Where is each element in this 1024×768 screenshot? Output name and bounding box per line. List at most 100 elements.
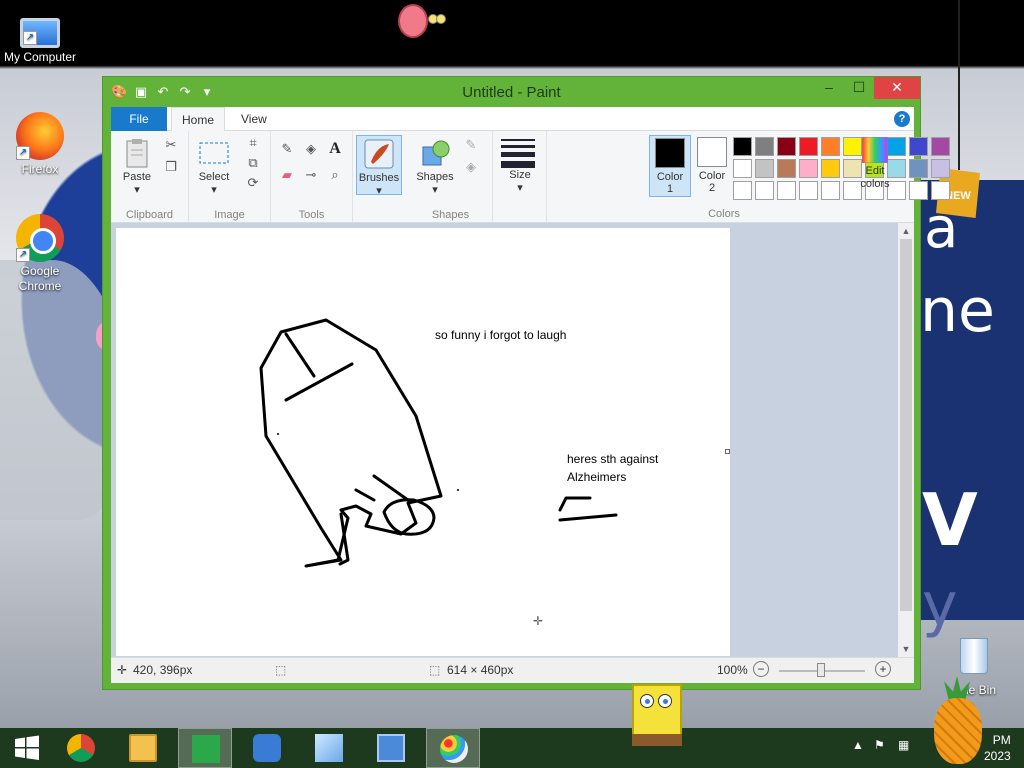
color2-selector[interactable]: Color 2 <box>691 135 733 197</box>
brushes-button[interactable]: Brushes ▾ <box>356 135 402 197</box>
color-picker-icon[interactable]: ⊸ <box>303 167 319 183</box>
palette-swatch[interactable] <box>909 137 928 156</box>
magnifier-icon[interactable]: ⌕ <box>327 167 343 183</box>
edit-colors-button[interactable]: Edit colors <box>853 136 897 191</box>
help-icon[interactable]: ? <box>894 111 910 127</box>
palette-swatch[interactable] <box>777 159 796 178</box>
network-icon[interactable]: ▦ <box>898 738 909 752</box>
minimize-button[interactable]: ‒ <box>814 77 844 99</box>
palette-swatch[interactable] <box>821 159 840 178</box>
palette-swatch[interactable] <box>799 159 818 178</box>
edit-colors-label: colors <box>860 178 890 190</box>
taskbar-chrome[interactable] <box>54 728 108 768</box>
chrome-icon <box>67 734 95 762</box>
app-icon <box>253 734 281 762</box>
paste-button[interactable]: Paste ▾ <box>117 137 157 197</box>
title-bar[interactable]: 🎨 ▣ ↶ ↷ ▾ Untitled - Paint ‒ ☐ ✕ <box>103 77 920 107</box>
store-icon <box>192 735 220 763</box>
palette-swatch[interactable] <box>733 159 752 178</box>
canvas-text: Alzheimers <box>567 470 627 484</box>
image-size: 614 × 460px <box>447 663 514 677</box>
fill-icon[interactable]: ◈ <box>303 141 319 157</box>
start-button[interactable] <box>0 728 54 768</box>
zoom-in-icon[interactable]: + <box>875 661 891 677</box>
shapes-group: Shapes ▾ ✎ ◈ Shapes <box>409 131 493 223</box>
action-center-flag-icon[interactable]: ⚑ <box>874 738 885 752</box>
clock[interactable]: PM 2023 <box>984 732 1011 764</box>
paint-window: 🎨 ▣ ↶ ↷ ▾ Untitled - Paint ‒ ☐ ✕ File Ho… <box>102 76 950 690</box>
tools-group-label: Tools <box>298 209 325 221</box>
taskbar: ▲ ⚑ ▦ PM 2023 <box>0 728 1024 768</box>
palette-swatch[interactable] <box>931 159 950 178</box>
desktop-icon-my-computer[interactable]: ↗ My Computer <box>0 10 80 65</box>
select-button[interactable]: Select ▾ <box>193 137 235 197</box>
taskbar-paint[interactable] <box>426 728 480 768</box>
wallpaper-text: y <box>922 570 958 640</box>
shapes-button[interactable]: Shapes ▾ <box>415 137 455 197</box>
crop-icon[interactable]: ⌗ <box>245 135 261 151</box>
color2-label: Color <box>698 170 726 182</box>
colors-group-label: Colors <box>708 208 740 220</box>
windows-icon <box>15 735 39 760</box>
scroll-thumb[interactable] <box>900 239 912 611</box>
status-bar: ✛ 420, 396px ⬚ ⬚ 614 × 460px 100% − + <box>111 657 914 683</box>
palette-swatch[interactable] <box>931 181 950 200</box>
palette-swatch[interactable] <box>909 159 928 178</box>
palette-swatch[interactable] <box>733 181 752 200</box>
tab-home[interactable]: Home <box>171 107 226 132</box>
palette-swatch[interactable] <box>821 181 840 200</box>
scroll-up-icon[interactable]: ▲ <box>898 223 914 239</box>
close-button[interactable]: ✕ <box>874 77 920 99</box>
maximize-button[interactable]: ☐ <box>844 77 874 99</box>
palette-swatch[interactable] <box>733 137 752 156</box>
desktop-icon-firefox[interactable]: ↗ Firefox <box>0 112 80 177</box>
zoom-out-icon[interactable]: − <box>753 661 769 677</box>
brush-icon <box>363 138 395 170</box>
canvas-text: heres sth against <box>567 452 659 466</box>
palette-swatch[interactable] <box>799 181 818 200</box>
palette-swatch[interactable] <box>755 137 774 156</box>
pencil-icon[interactable]: ✎ <box>279 141 295 157</box>
rotate-icon[interactable]: ⟳ <box>245 175 261 191</box>
resize-icon[interactable]: ⧉ <box>245 155 261 171</box>
shapes-button-label: Shapes <box>416 171 454 183</box>
eraser-icon[interactable]: ▰ <box>279 167 295 183</box>
palette-swatch[interactable] <box>777 137 796 156</box>
palette-swatch[interactable] <box>755 159 774 178</box>
zoom-slider-thumb[interactable] <box>817 663 825 677</box>
tab-file[interactable]: File <box>111 107 167 131</box>
show-hidden-icons[interactable]: ▲ <box>852 738 864 752</box>
resize-handle[interactable] <box>725 449 730 454</box>
palette-swatch[interactable] <box>821 137 840 156</box>
selection-size-icon: ⬚ <box>275 663 287 677</box>
chevron-down-icon: ▾ <box>517 182 523 194</box>
taskbar-store[interactable] <box>178 728 232 768</box>
scroll-down-icon[interactable]: ▼ <box>898 641 914 657</box>
palette-swatch[interactable] <box>931 137 950 156</box>
size-group[interactable]: Size ▾ <box>493 131 547 223</box>
taskbar-file-explorer[interactable] <box>116 728 170 768</box>
folder-icon <box>129 734 157 762</box>
outline-icon: ✎ <box>465 137 477 152</box>
recycle-bin-icon[interactable] <box>956 632 992 676</box>
palette-swatch[interactable] <box>755 181 774 200</box>
sponge-sticker <box>628 684 686 764</box>
drawing-canvas[interactable]: so funny i forgot to laugh heres sth aga… <box>116 228 730 656</box>
taskbar-notepad[interactable] <box>302 728 356 768</box>
palette-swatch[interactable] <box>777 181 796 200</box>
cut-icon[interactable]: ✂ <box>163 137 179 153</box>
taskbar-control-panel[interactable] <box>364 728 418 768</box>
palette-swatch[interactable] <box>909 181 928 200</box>
fill-shape-icon: ◈ <box>466 159 476 174</box>
palette-swatch[interactable] <box>799 137 818 156</box>
cursor-position: 420, 396px <box>133 663 193 677</box>
taskbar-app[interactable] <box>240 728 294 768</box>
desktop-icon-google-chrome[interactable]: ↗ Google Chrome <box>0 214 80 294</box>
color1-selector[interactable]: Color 1 <box>649 135 691 197</box>
edit-colors-icon <box>861 136 889 164</box>
copy-icon[interactable]: ❐ <box>163 159 179 175</box>
ribbon-tabs: File Home View ? <box>111 107 914 132</box>
tab-view[interactable]: View <box>231 107 277 131</box>
text-tool-icon[interactable]: A <box>327 141 343 157</box>
vertical-scrollbar[interactable]: ▲ ▼ <box>898 223 914 657</box>
